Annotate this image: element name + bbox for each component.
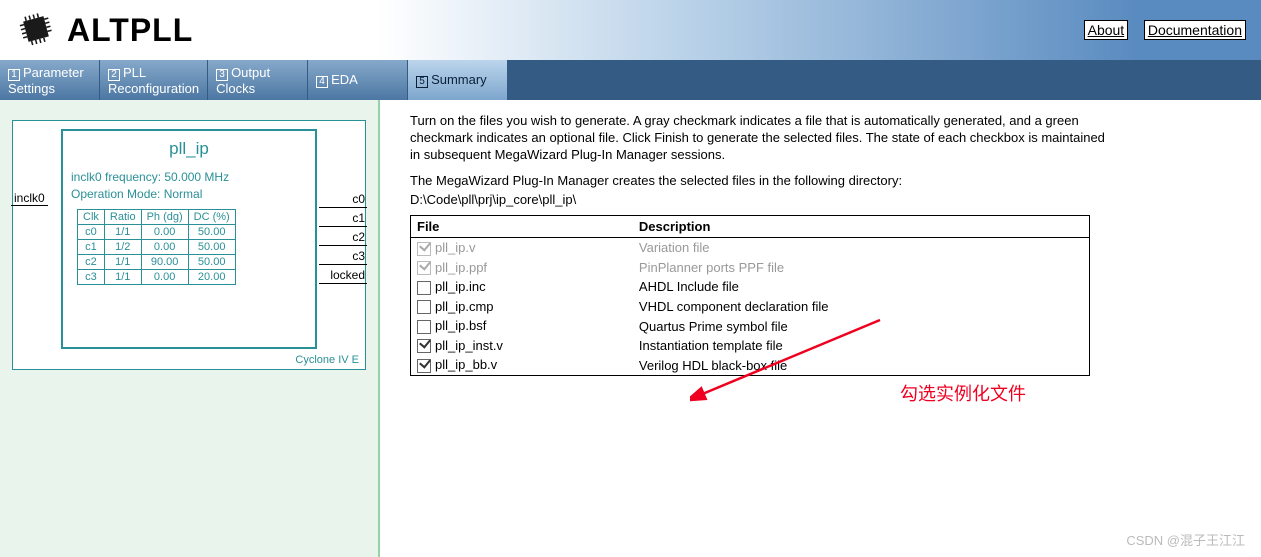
documentation-link[interactable]: Documentation xyxy=(1144,20,1246,40)
table-row: pll_ip.bsfQuartus Prime symbol file xyxy=(411,316,1090,336)
table-row: pll_ip.incAHDL Include file xyxy=(411,277,1090,297)
directory-path: D:\Code\pll\prj\ip_core\pll_ip\ xyxy=(410,192,1241,207)
page-title: ALTPLL xyxy=(67,12,193,49)
instruction-text: Turn on the files you wish to generate. … xyxy=(410,112,1110,163)
file-checkbox[interactable] xyxy=(417,359,431,373)
file-checkbox xyxy=(417,261,431,275)
summary-panel: Turn on the files you wish to generate. … xyxy=(380,100,1261,557)
input-port-label: inclk0 xyxy=(11,191,48,206)
module-name: pll_ip xyxy=(71,137,307,169)
tab-output-clocks[interactable]: 3OutputClocks xyxy=(208,60,308,100)
wizard-header: ALTPLL About Documentation xyxy=(0,0,1261,60)
file-column-header: File xyxy=(411,216,633,238)
tab-parameter-settings[interactable]: 1ParameterSettings xyxy=(0,60,100,100)
about-link[interactable]: About xyxy=(1084,20,1129,40)
module-preview: inclk0 c0 c1 c2 c3 locked pll_ip inclk0 … xyxy=(0,100,380,557)
file-checkbox[interactable] xyxy=(417,339,431,353)
tab-summary[interactable]: 5Summary xyxy=(408,60,508,100)
watermark: CSDN @混子王江江 xyxy=(1126,530,1245,549)
file-checkbox xyxy=(417,242,431,256)
wizard-tabs: 1ParameterSettings 2PLLReconfiguration 3… xyxy=(0,60,1261,100)
inclk-freq-text: inclk0 frequency: 50.000 MHz xyxy=(71,169,307,186)
file-checkbox[interactable] xyxy=(417,320,431,334)
operation-mode-text: Operation Mode: Normal xyxy=(71,186,307,203)
table-row: pll_ip_inst.vInstantiation template file xyxy=(411,336,1090,356)
table-row: pll_ip.cmpVHDL component declaration fil… xyxy=(411,297,1090,317)
description-column-header: Description xyxy=(633,216,1090,238)
header-links: About Documentation xyxy=(1072,22,1246,38)
table-row: pll_ip.vVariation file xyxy=(411,238,1090,258)
file-checkbox[interactable] xyxy=(417,300,431,314)
tab-pll-reconfiguration[interactable]: 2PLLReconfiguration xyxy=(100,60,208,100)
directory-label: The MegaWizard Plug-In Manager creates t… xyxy=(410,173,1241,188)
annotation-text: 勾选实例化文件 xyxy=(900,380,1026,406)
tab-eda[interactable]: 4EDA xyxy=(308,60,408,100)
table-row: pll_ip.ppfPinPlanner ports PPF file xyxy=(411,258,1090,278)
output-port-labels: c0 c1 c2 c3 locked xyxy=(319,191,367,286)
table-row: pll_ip_bb.vVerilog HDL black-box file xyxy=(411,355,1090,375)
clock-table: ClkRatioPh (dg)DC (%) c01/10.0050.00 c11… xyxy=(77,209,236,285)
file-generation-table: FileDescription pll_ip.vVariation file p… xyxy=(410,215,1090,376)
chip-icon xyxy=(15,8,57,53)
device-family-label: Cyclone IV E xyxy=(295,354,359,366)
file-checkbox[interactable] xyxy=(417,281,431,295)
